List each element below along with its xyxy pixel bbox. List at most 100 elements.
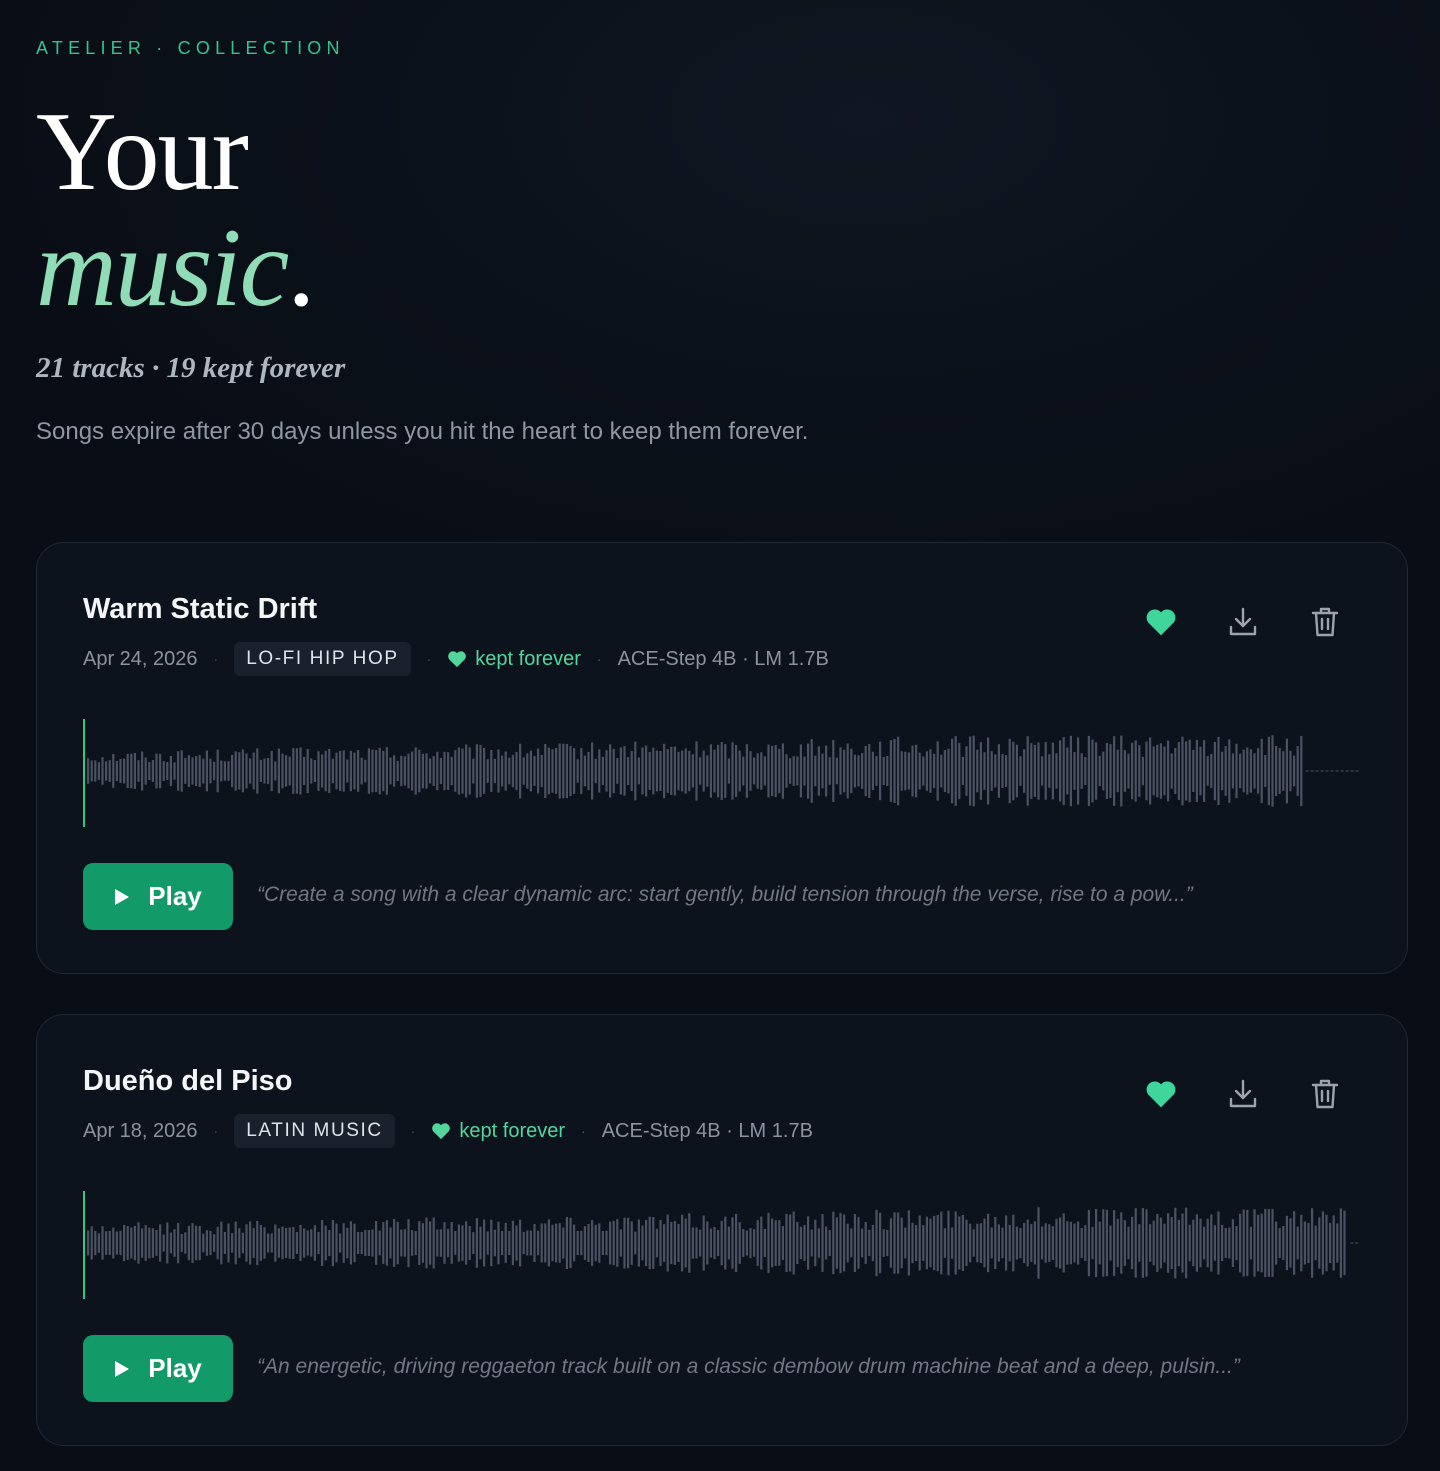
waveform-bar	[742, 756, 745, 786]
model-label: ACE-Step 4B · LM 1.7B	[617, 647, 829, 670]
waveform-bar	[1141, 756, 1144, 786]
waveform-bar	[558, 743, 561, 799]
waveform-bar	[940, 1211, 943, 1275]
waveform-bar	[1278, 748, 1281, 794]
waveform-bar	[353, 1223, 356, 1263]
waveform-bar	[508, 757, 511, 785]
waveform-bar	[972, 735, 975, 807]
heart-icon	[1146, 1081, 1176, 1108]
waveform[interactable]	[83, 1191, 1359, 1299]
waveform-bar	[497, 749, 500, 793]
waveform-bar	[987, 737, 990, 805]
waveform-bar	[112, 1227, 115, 1259]
waveform-bar	[1257, 1214, 1260, 1272]
waveform-bar	[1307, 1223, 1310, 1264]
waveform-bar	[1293, 755, 1296, 787]
waveform-bar	[105, 1231, 108, 1255]
waveform-bar	[1285, 1215, 1288, 1271]
favorite-button[interactable]	[1145, 605, 1177, 639]
waveform-bar	[1109, 744, 1112, 798]
waveform-bar	[663, 1224, 666, 1262]
waveform-bar	[1051, 742, 1054, 800]
waveform-bar	[360, 1232, 363, 1255]
waveform-bar	[94, 760, 97, 782]
waveform-bar	[382, 750, 385, 792]
waveform-bar	[670, 1221, 673, 1265]
waveform-bar	[1296, 1226, 1299, 1260]
waveform-bar	[954, 1211, 957, 1275]
waveform-bar	[443, 1222, 446, 1264]
waveform-bar	[1152, 746, 1155, 796]
waveform-bar	[191, 1223, 194, 1263]
waveform-bar	[1188, 739, 1191, 803]
waveform-bar	[396, 1221, 399, 1265]
download-icon	[1229, 1079, 1257, 1108]
waveform-bar	[238, 752, 241, 790]
waveform-bar	[173, 1229, 176, 1257]
waveform-bar	[375, 749, 378, 793]
waveform-bar	[130, 1227, 133, 1259]
waveform-bar	[789, 758, 792, 784]
waveform-bar	[472, 758, 475, 784]
waveform-bar	[421, 1223, 424, 1263]
waveform-bar	[583, 1226, 586, 1260]
playhead[interactable]	[83, 719, 85, 827]
waveform-bar	[731, 1217, 734, 1269]
waveform-bar	[835, 1217, 838, 1269]
waveform-bar	[1091, 739, 1094, 803]
play-button[interactable]: Play	[83, 1335, 233, 1402]
waveform-bar	[245, 753, 248, 789]
waveform-bar	[1123, 1220, 1126, 1266]
waveform-bar	[231, 754, 234, 788]
waveform-bar	[1149, 1224, 1152, 1262]
waveform-bar	[947, 1210, 950, 1276]
waveform-bar	[976, 1223, 979, 1263]
waveform-bar	[411, 751, 414, 791]
waveform-bar	[259, 759, 262, 782]
download-button[interactable]	[1227, 1077, 1259, 1111]
waveform-bar	[1249, 749, 1252, 793]
favorite-button[interactable]	[1145, 1077, 1177, 1111]
waveform-bar	[760, 1216, 763, 1270]
waveform-bar	[1228, 1227, 1231, 1259]
waveform-bar	[90, 760, 93, 782]
waveform-bar	[565, 1217, 568, 1269]
waveform-bar	[706, 1221, 709, 1265]
waveform-bar	[97, 1233, 100, 1253]
waveform-bar	[630, 751, 633, 792]
waveform-bar	[749, 1227, 752, 1259]
delete-button[interactable]	[1309, 1077, 1341, 1111]
waveform-bar	[1091, 1226, 1094, 1260]
waveform-bar	[569, 746, 572, 797]
waveform-bar	[133, 1225, 136, 1261]
waveform-bar	[580, 1230, 583, 1256]
waveform-bar	[1177, 742, 1180, 800]
waveform-bar	[965, 746, 968, 796]
delete-button[interactable]	[1309, 605, 1341, 639]
play-button[interactable]: Play	[83, 863, 233, 930]
waveform-bar	[490, 1219, 493, 1267]
waveform-bar	[1084, 757, 1087, 786]
waveform-bar	[90, 1226, 93, 1260]
waveform-bar	[468, 747, 471, 795]
waveform-bar	[987, 1213, 990, 1273]
waveform-bar	[436, 751, 439, 791]
waveform-bar	[252, 1228, 255, 1258]
waveform-bar	[396, 760, 399, 781]
waveform-bar	[774, 1220, 777, 1266]
waveform-bar	[1159, 743, 1162, 799]
trash-icon	[1311, 1079, 1339, 1109]
waveform-bar	[493, 758, 496, 784]
waveform-bar	[1095, 742, 1098, 800]
track-date: Apr 24, 2026	[83, 647, 198, 670]
waveform-bar	[331, 758, 334, 784]
waveform-bar	[688, 750, 691, 792]
waveform-bar	[889, 1218, 892, 1268]
playhead[interactable]	[83, 1191, 85, 1299]
waveform-bar	[551, 749, 554, 793]
waveform[interactable]	[83, 719, 1359, 827]
waveform-bar	[612, 1220, 615, 1266]
download-button[interactable]	[1227, 605, 1259, 639]
waveform-bar	[907, 1210, 910, 1276]
waveform-bar	[303, 757, 306, 785]
